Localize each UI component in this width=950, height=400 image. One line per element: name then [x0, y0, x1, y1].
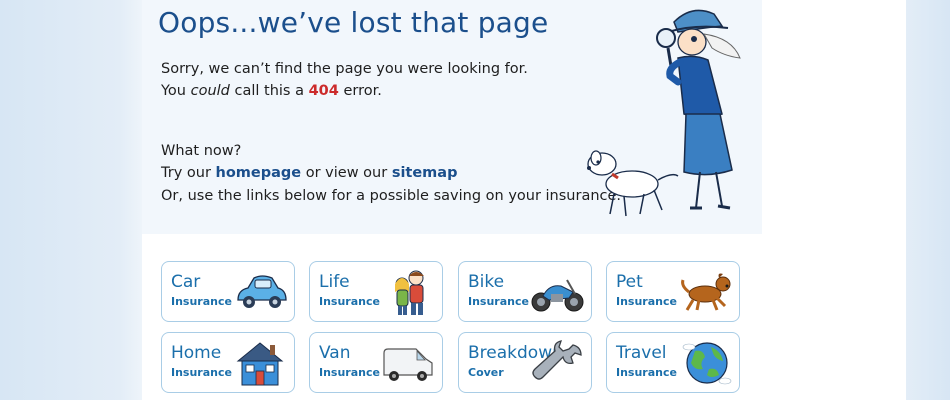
- page-title: Oops...we’ve lost that page: [158, 6, 549, 39]
- van-insurance-card[interactable]: Van Insurance: [309, 332, 443, 393]
- globe-icon: [682, 342, 732, 385]
- house-icon: [236, 342, 284, 386]
- card-subtitle: Insurance: [616, 366, 677, 379]
- card-subtitle: Insurance: [171, 295, 232, 308]
- error-code: 404: [308, 83, 339, 99]
- navigation-line: Try our homepage or view our sitemap: [161, 165, 458, 181]
- card-subtitle: Insurance: [319, 295, 380, 308]
- card-title: Home: [171, 343, 222, 363]
- card-title: Travel: [616, 343, 667, 363]
- error-code-line: You could call this a 404 error.: [161, 83, 382, 99]
- car-icon: [237, 275, 287, 308]
- sitemap-link[interactable]: sitemap: [392, 165, 458, 181]
- detective-and-dog-illustration: [587, 9, 741, 217]
- van-icon: [383, 348, 433, 381]
- life-insurance-card[interactable]: Life Insurance: [309, 261, 443, 322]
- detective-figure: [656, 9, 741, 210]
- card-subtitle: Insurance: [319, 366, 380, 379]
- pet-insurance-card[interactable]: Pet Insurance: [606, 261, 740, 322]
- savings-line: Or, use the links below for a possible s…: [161, 188, 622, 204]
- dog-figure: [587, 150, 679, 217]
- card-title: Life: [319, 272, 350, 292]
- homepage-link[interactable]: homepage: [216, 165, 302, 181]
- motorbike-icon: [531, 279, 584, 312]
- wrench-icon: [532, 340, 582, 380]
- error-panel: Oops...we’ve lost that page Sorry, we ca…: [142, 0, 762, 234]
- card-subtitle: Insurance: [616, 295, 677, 308]
- breakdown-cover-card[interactable]: Breakdown Cover: [458, 332, 592, 393]
- bike-insurance-card[interactable]: Bike Insurance: [458, 261, 592, 322]
- card-title: Van: [319, 343, 351, 363]
- car-insurance-card[interactable]: Car Insurance: [161, 261, 295, 322]
- card-title: Car: [171, 272, 201, 292]
- card-subtitle: Cover: [468, 366, 504, 379]
- dog-icon: [681, 273, 731, 311]
- card-title: Bike: [468, 272, 505, 292]
- card-title: Pet: [616, 272, 643, 292]
- home-insurance-card[interactable]: Home Insurance: [161, 332, 295, 393]
- family-icon: [395, 270, 424, 315]
- card-subtitle: Insurance: [171, 366, 232, 379]
- what-now-heading: What now?: [161, 143, 242, 159]
- page-container: Oops...we’ve lost that page Sorry, we ca…: [142, 0, 906, 400]
- error-message: Sorry, we can’t find the page you were l…: [161, 61, 528, 77]
- card-subtitle: Insurance: [468, 295, 529, 308]
- travel-insurance-card[interactable]: Travel Insurance: [606, 332, 740, 393]
